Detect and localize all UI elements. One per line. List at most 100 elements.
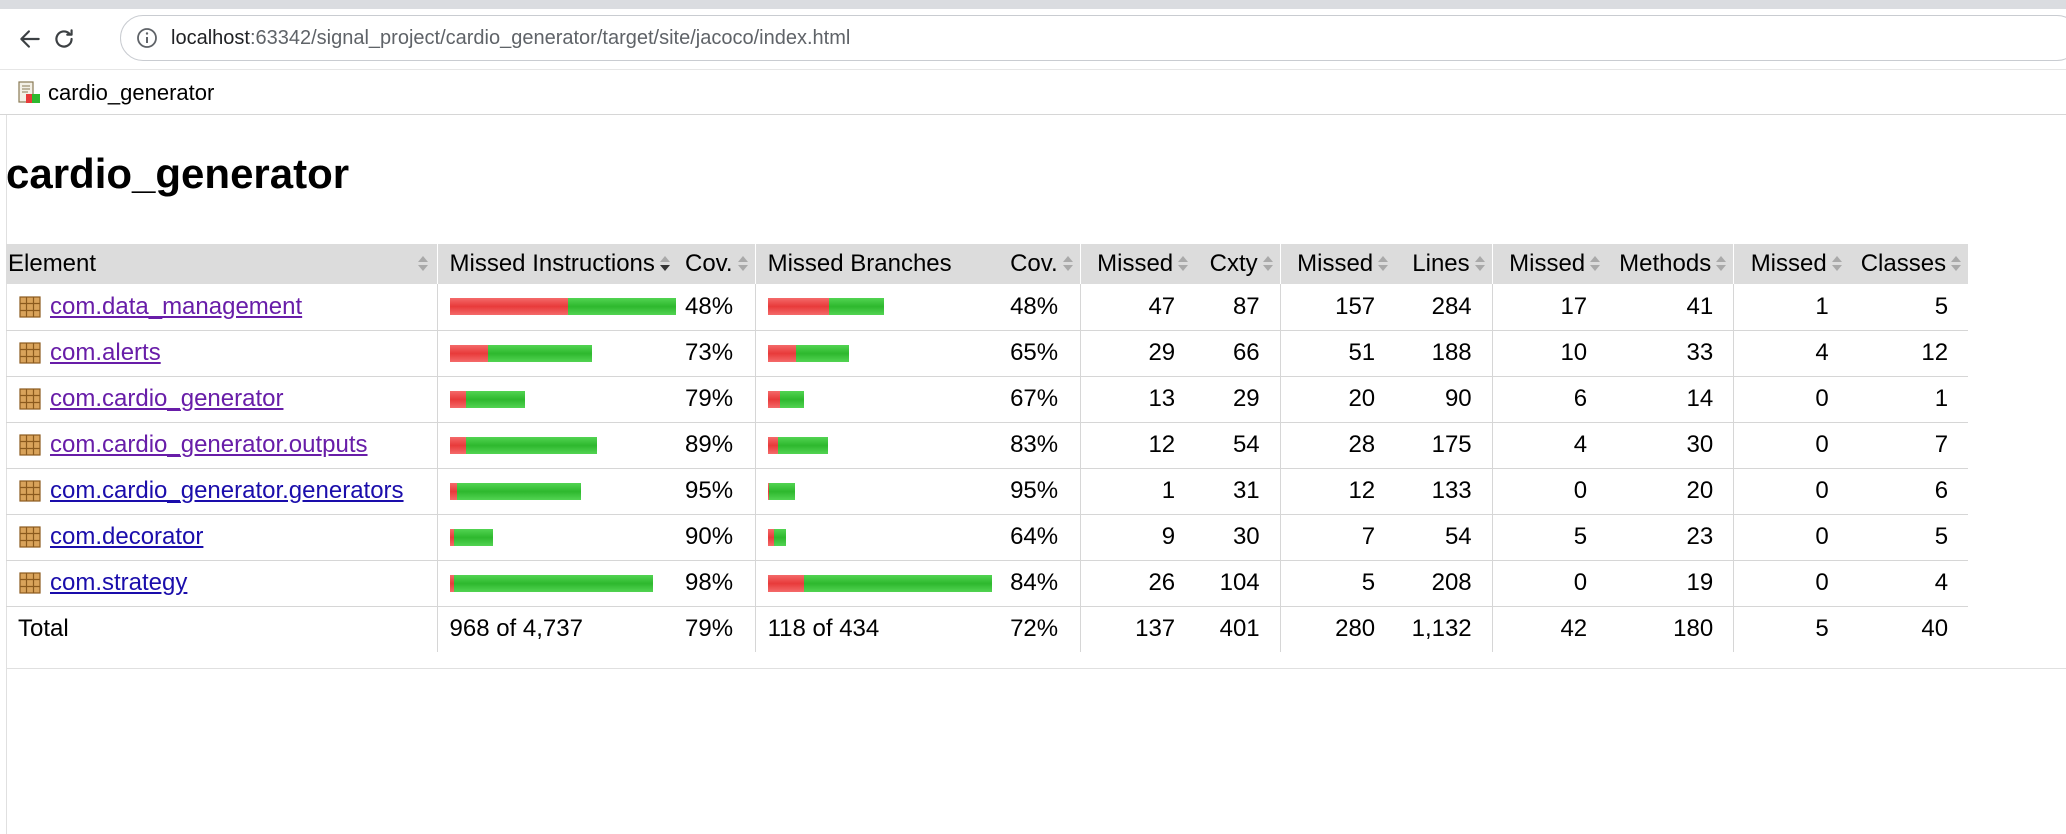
package-link[interactable]: com.alerts (50, 339, 161, 367)
table-row: com.cardio_generator.outputs 89% 83% 12 54 28… (6, 422, 1969, 469)
header-cxty[interactable]: Cxty (1195, 244, 1281, 284)
methods: 20 (1607, 468, 1734, 515)
package-icon (19, 526, 41, 548)
instructions-coverage: 95% (681, 468, 756, 515)
total-missed-methods: 42 (1491, 606, 1608, 652)
sort-icon (1831, 255, 1843, 273)
header-lines[interactable]: Lines (1395, 244, 1493, 284)
package-link[interactable]: com.cardio_generator.outputs (50, 431, 368, 459)
missed-lines: 5 (1279, 560, 1396, 607)
methods: 30 (1607, 422, 1734, 469)
element-cell: com.alerts (6, 330, 437, 377)
table-row: com.alerts 73% 65% 29 66 51 188 10 33 4 12 (6, 330, 1969, 377)
header-instr-cov[interactable]: Cov. (681, 244, 756, 284)
complexity: 31 (1195, 468, 1281, 515)
total-methods: 180 (1673, 615, 1714, 643)
covered-segment (768, 482, 795, 500)
total-instr-cov: 79% (685, 615, 734, 643)
package-link[interactable]: com.decorator (50, 523, 203, 551)
reload-button[interactable] (44, 19, 84, 59)
instructions-coverage-bar (449, 482, 682, 500)
address-bar[interactable]: localhost:63342/signal_project/cardio_ge… (120, 15, 2066, 61)
sort-icon (1062, 255, 1074, 273)
total-missed-classes: 5 (1733, 606, 1849, 652)
missed-branches-cell (754, 422, 1007, 469)
table-row: com.data_management 48% 48% 47 87 157 284 17 41 1… (6, 284, 1969, 331)
classes: 12 (1848, 330, 1969, 377)
url-text[interactable]: localhost:63342/signal_project/cardio_ge… (171, 27, 850, 50)
missed-methods: 4 (1491, 422, 1608, 469)
package-link[interactable]: com.cardio_generator (50, 385, 283, 413)
instructions-coverage-bar (449, 574, 682, 592)
package-icon (19, 342, 41, 364)
header-missed-branches-label: Missed Branches (767, 250, 952, 277)
missed-classes: 0 (1733, 514, 1849, 561)
header-methods-label: Methods (1619, 250, 1712, 277)
missed-instructions-cell (436, 468, 682, 515)
branches-coverage: 67% (1006, 376, 1081, 423)
table-row: com.decorator 90% 64% 9 30 7 54 5 23 0 5 (6, 514, 1969, 561)
package-icon (19, 388, 41, 410)
missed-branches-cell (754, 284, 1007, 331)
header-missed-branches[interactable]: Missed Branches (754, 244, 1007, 284)
methods: 19 (1607, 560, 1734, 607)
missed-segment (767, 390, 780, 408)
lines: 188 (1395, 330, 1493, 377)
header-classes[interactable]: Classes (1848, 244, 1969, 284)
covered-segment (777, 436, 828, 454)
package-entry: com.data_management (18, 293, 437, 321)
missed-methods: 0 (1491, 560, 1608, 607)
header-missed-instructions[interactable]: Missed Instructions (436, 244, 681, 284)
missed-classes: 0 (1733, 468, 1849, 515)
missed-instructions-cell (436, 422, 681, 469)
missed-instructions-cell (436, 284, 681, 331)
element-cell: com.strategy (6, 560, 437, 607)
info-icon[interactable] (135, 26, 159, 50)
header-classes-label: Classes (1860, 250, 1947, 277)
package-icon (19, 434, 41, 456)
missed-classes: 0 (1733, 560, 1849, 607)
missed-methods: 17 (1491, 284, 1608, 331)
complexity: 87 (1195, 284, 1281, 331)
header-missed-classes[interactable]: Missed (1733, 244, 1849, 284)
total-branches: 118 of 434 (754, 606, 1007, 652)
missed-segment (449, 482, 457, 500)
classes: 5 (1848, 514, 1969, 561)
header-element[interactable]: Element (6, 244, 437, 284)
package-link[interactable]: com.strategy (50, 569, 187, 597)
instructions-coverage: 98% (681, 560, 756, 607)
missed-branches-cell (754, 468, 1007, 515)
url-host: localhost (171, 27, 250, 49)
browser-toolbar: localhost:63342/signal_project/cardio_ge… (0, 9, 2066, 69)
classes: 4 (1848, 560, 1969, 607)
header-methods[interactable]: Methods (1607, 244, 1734, 284)
package-link[interactable]: com.cardio_generator.generators (50, 477, 404, 505)
missed-lines: 157 (1279, 284, 1396, 331)
header-missed-lines[interactable]: Missed (1279, 244, 1396, 284)
lines: 90 (1395, 376, 1493, 423)
total-missed-lines: 280 (1279, 606, 1396, 652)
missed-segment (767, 574, 804, 592)
branches-coverage-bar (767, 298, 1007, 316)
package-link[interactable]: com.data_management (50, 293, 302, 321)
header-branch-cov[interactable]: Cov. (1006, 244, 1081, 284)
branches-coverage: 84% (1006, 560, 1081, 607)
branches-coverage-bar (767, 390, 1007, 408)
total-cxty: 401 (1219, 615, 1260, 643)
element-cell: com.cardio_generator.outputs (6, 422, 437, 469)
missed-complexity: 26 (1079, 560, 1196, 607)
branches-coverage-bar (767, 574, 1007, 592)
missed-segment (767, 344, 796, 362)
missed-classes: 0 (1733, 376, 1849, 423)
lines: 54 (1395, 514, 1493, 561)
element-cell: com.cardio_generator.generators (6, 468, 437, 515)
missed-instructions-cell (436, 560, 682, 607)
lines: 133 (1395, 468, 1493, 515)
header-missed-methods[interactable]: Missed (1491, 244, 1608, 284)
classes: 5 (1848, 284, 1969, 331)
header-missed-cxty-label: Missed (1097, 250, 1174, 277)
breadcrumb: cardio_generator (0, 69, 2066, 115)
header-missed-instructions-label: Missed Instructions (449, 250, 655, 277)
header-missed-cxty[interactable]: Missed (1079, 244, 1196, 284)
methods: 33 (1607, 330, 1734, 377)
